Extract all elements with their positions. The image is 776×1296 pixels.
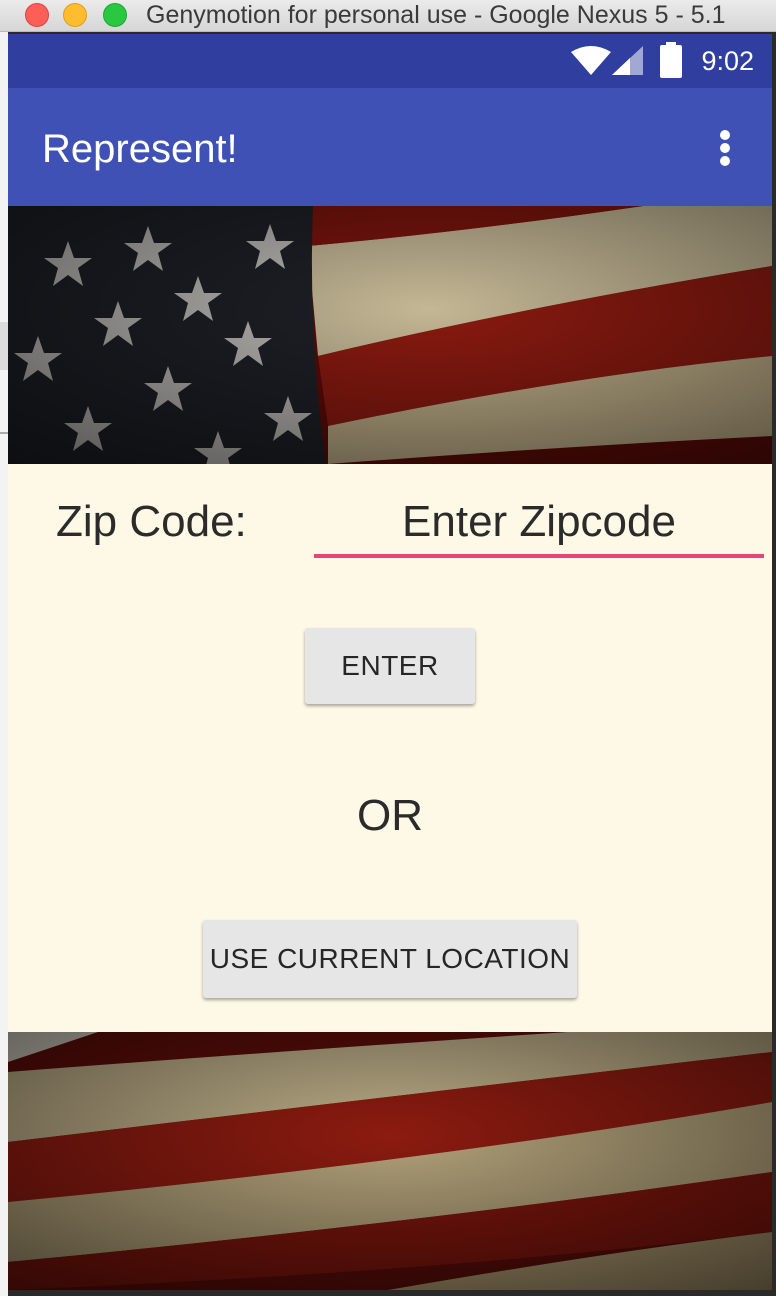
battery-icon xyxy=(660,42,682,78)
emulator-screen: 9:02 Represent! Zip Code: Enter Zipcode … xyxy=(8,34,772,1290)
background-divider xyxy=(0,432,8,434)
more-vert-icon[interactable] xyxy=(708,128,742,168)
status-time: 9:02 xyxy=(701,46,754,76)
zip-code-label: Zip Code: xyxy=(56,497,247,546)
or-divider-text: OR xyxy=(357,791,423,840)
cell-signal-icon xyxy=(612,46,643,75)
zip-code-input[interactable] xyxy=(314,486,764,558)
enter-button[interactable]: ENTER xyxy=(305,628,475,704)
flag-image-bottom xyxy=(8,1032,772,1290)
flag-image-top xyxy=(8,206,772,464)
window-titlebar: Genymotion for personal use - Google Nex… xyxy=(0,0,776,32)
status-bar: 9:02 xyxy=(8,34,772,88)
app-title: Represent! xyxy=(42,127,238,171)
window-title: Genymotion for personal use - Google Nex… xyxy=(146,1,726,29)
window-maximize-button[interactable] xyxy=(103,3,127,27)
window-minimize-button[interactable] xyxy=(63,3,87,27)
window-close-button[interactable] xyxy=(25,3,49,27)
background-window-edge xyxy=(0,32,8,1296)
app-bar: Represent! xyxy=(8,88,772,206)
wifi-icon xyxy=(571,46,611,75)
use-current-location-button[interactable]: USE CURRENT LOCATION xyxy=(203,920,577,998)
zip-form-panel: Zip Code: ENTER OR USE CURRENT LOCATION xyxy=(8,464,772,1032)
background-band xyxy=(0,322,8,370)
